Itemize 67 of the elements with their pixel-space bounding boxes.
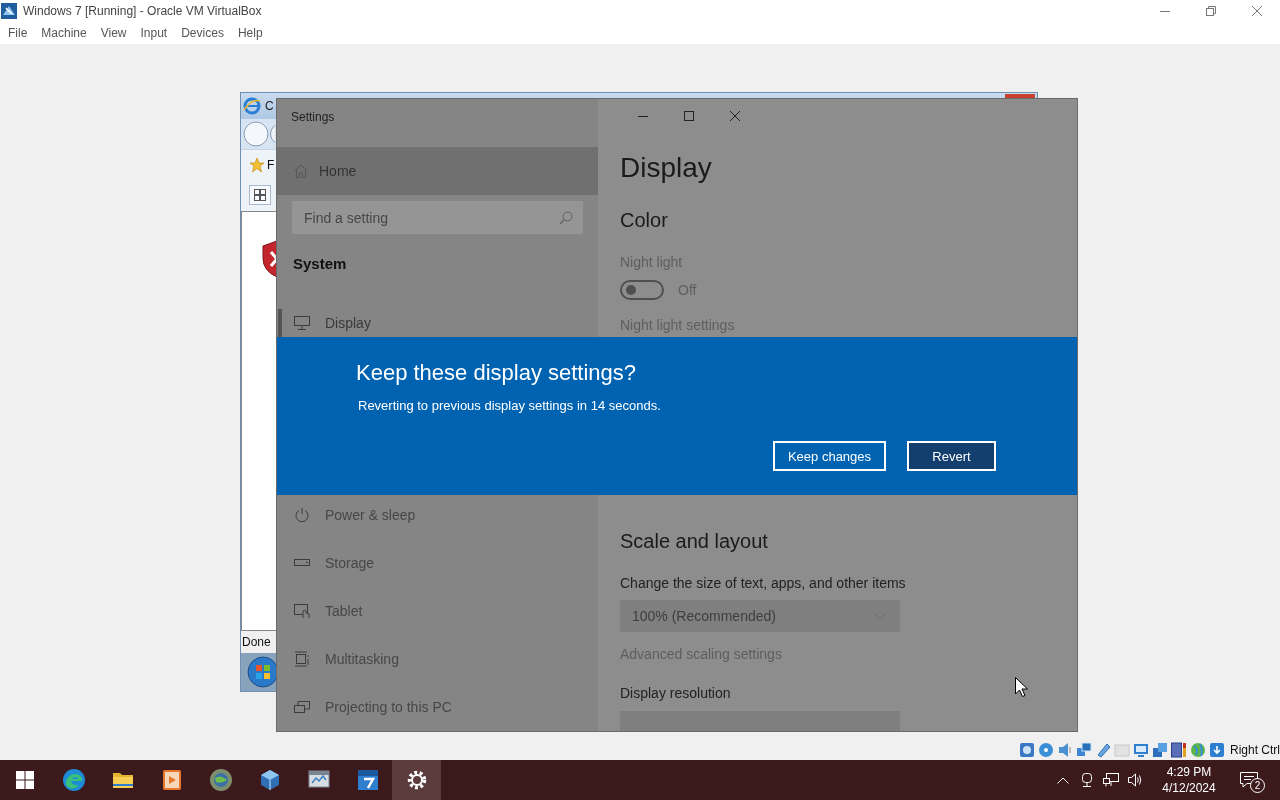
status-text: Done xyxy=(242,635,271,649)
notification-button[interactable]: 2 xyxy=(1225,760,1273,800)
toggle-switch[interactable] xyxy=(620,280,664,300)
notification-icon xyxy=(1240,772,1258,788)
setting-label: Change the size of text, apps, and other items xyxy=(620,574,906,593)
taskbar-app[interactable] xyxy=(392,760,441,800)
keep-changes-button[interactable]: Keep changes xyxy=(773,441,886,471)
window-title: C xyxy=(265,99,274,113)
search-field[interactable]: Find a setting xyxy=(292,201,583,234)
device-icon[interactable] xyxy=(1080,772,1094,788)
home-icon xyxy=(293,163,309,179)
section-heading: System xyxy=(293,254,348,274)
speaker-icon xyxy=(1057,742,1073,758)
swirl-icon xyxy=(61,768,86,792)
favorites-label[interactable]: F xyxy=(267,157,275,172)
section-heading: Scale and layout xyxy=(620,529,768,554)
network-icon[interactable] xyxy=(1103,773,1119,787)
window-title: Windows 7 [Running] - Oracle VM VirtualBox xyxy=(23,4,262,18)
e-logo-icon xyxy=(243,97,261,115)
maximize-icon[interactable] xyxy=(684,111,694,121)
disc-icon xyxy=(1038,742,1054,758)
star-icon xyxy=(249,156,265,173)
menu-item[interactable]: Machine xyxy=(34,23,94,43)
revert-button[interactable]: Revert xyxy=(907,441,996,471)
close-icon[interactable] xyxy=(730,111,740,121)
page-title: Display xyxy=(620,151,712,185)
settings-icon xyxy=(405,769,428,791)
globe-icon xyxy=(1190,742,1206,758)
window-title: Settings xyxy=(291,109,335,124)
grid-icon xyxy=(254,189,266,201)
power-icon xyxy=(294,507,310,523)
monitor-icon xyxy=(1133,742,1149,758)
menu-item[interactable]: Help xyxy=(230,23,270,43)
cursor-icon xyxy=(1015,677,1028,697)
tablet-icon xyxy=(294,603,310,619)
drive-icon xyxy=(294,559,310,567)
search-icon xyxy=(559,211,573,225)
section-heading: Color xyxy=(620,208,668,233)
menu-item[interactable]: Input xyxy=(133,23,175,43)
restore-icon[interactable] xyxy=(1206,6,1216,16)
monitor-icon xyxy=(294,316,310,330)
windows-stack-icon xyxy=(1152,742,1168,758)
projecting-icon xyxy=(294,700,310,714)
menu-item[interactable]: Devices xyxy=(174,23,231,43)
start-icon xyxy=(15,771,34,789)
volume-icon[interactable] xyxy=(1127,773,1143,787)
setting-label: Display resolution xyxy=(620,684,731,703)
chevron-down-icon xyxy=(874,612,886,620)
chevron-up-icon[interactable] xyxy=(1057,776,1069,784)
shield-icon xyxy=(262,240,276,278)
tile-icon xyxy=(355,768,380,792)
notification-count: 2 xyxy=(1250,778,1265,793)
dialog-message: Reverting to previous display settings in 14 seconds. xyxy=(358,398,662,414)
host-key-label: Right Ctrl xyxy=(1230,743,1280,757)
clock[interactable]: 4:29 PM 4/12/2024 xyxy=(1153,760,1225,800)
dialog-title: Keep these display settings? xyxy=(356,359,638,387)
close-icon[interactable] xyxy=(1252,6,1262,16)
network-icon xyxy=(1076,742,1092,758)
tabs-button[interactable] xyxy=(249,185,271,205)
multitasking-icon xyxy=(294,651,310,667)
cpu-meter-icon xyxy=(1171,742,1187,758)
menu-item[interactable]: File xyxy=(1,23,35,43)
globe-icon xyxy=(208,768,233,792)
menu-item[interactable]: View xyxy=(93,23,134,43)
pen-icon xyxy=(1095,742,1111,758)
back-button-icon[interactable] xyxy=(243,121,269,147)
download-icon xyxy=(1209,742,1225,758)
